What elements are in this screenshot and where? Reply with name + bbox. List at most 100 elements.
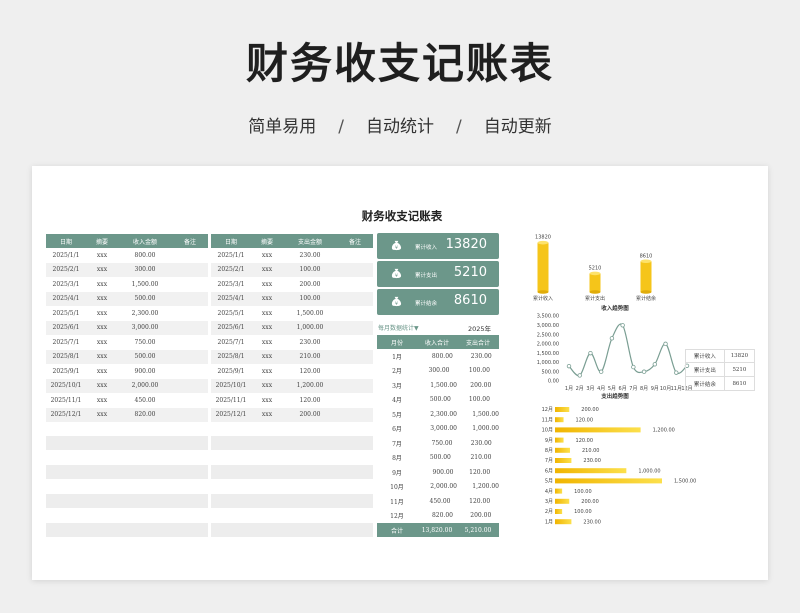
table-cell[interactable]: xxx bbox=[251, 408, 283, 423]
table-cell[interactable]: xxx bbox=[86, 306, 118, 321]
table-cell[interactable]: 2025/6/1 bbox=[211, 321, 251, 336]
table-cell[interactable]: xxx bbox=[86, 350, 118, 365]
table-cell[interactable]: 2025/8/1 bbox=[211, 350, 251, 365]
table-cell[interactable] bbox=[337, 408, 373, 423]
table-cell[interactable]: 2025/10/1 bbox=[211, 379, 251, 394]
table-cell[interactable]: 2025/12/1 bbox=[46, 408, 86, 423]
table-cell[interactable] bbox=[172, 277, 208, 292]
tick-label: 1,000.00 bbox=[537, 360, 559, 366]
table-cell[interactable]: 300.00 bbox=[118, 263, 172, 278]
table-cell[interactable] bbox=[337, 292, 373, 307]
table-cell[interactable] bbox=[172, 263, 208, 278]
monthly-stats-dropdown[interactable]: 每月数据统计▼ bbox=[378, 323, 419, 332]
table-cell[interactable]: 2025/12/1 bbox=[211, 408, 251, 423]
table-cell[interactable]: xxx bbox=[86, 263, 118, 278]
table-cell[interactable] bbox=[337, 393, 373, 408]
table-cell[interactable]: 500.00 bbox=[118, 350, 172, 365]
table-cell[interactable] bbox=[337, 321, 373, 336]
table-cell[interactable]: 450.00 bbox=[118, 393, 172, 408]
table-cell[interactable]: 2025/8/1 bbox=[46, 350, 86, 365]
table-cell[interactable]: 2025/2/1 bbox=[46, 263, 86, 278]
table-cell[interactable]: 230.00 bbox=[283, 335, 337, 350]
table-cell[interactable]: xxx bbox=[86, 379, 118, 394]
table-cell[interactable]: 2025/6/1 bbox=[46, 321, 86, 336]
table-cell[interactable]: 2,300.00 bbox=[118, 306, 172, 321]
table-cell[interactable]: 900.00 bbox=[118, 364, 172, 379]
table-cell[interactable] bbox=[337, 379, 373, 394]
table-cell[interactable]: xxx bbox=[251, 350, 283, 365]
table-cell[interactable] bbox=[337, 277, 373, 292]
table-cell[interactable]: xxx bbox=[86, 292, 118, 307]
table-cell[interactable]: 120.00 bbox=[283, 364, 337, 379]
table-cell[interactable]: 200.00 bbox=[283, 277, 337, 292]
table-cell[interactable]: 500.00 bbox=[118, 292, 172, 307]
table-cell[interactable]: xxx bbox=[86, 277, 118, 292]
table-cell[interactable]: xxx bbox=[251, 321, 283, 336]
table-cell[interactable]: 2025/11/1 bbox=[211, 393, 251, 408]
table-cell[interactable] bbox=[337, 335, 373, 350]
table-cell[interactable]: xxx bbox=[251, 263, 283, 278]
table-cell[interactable]: 2025/10/1 bbox=[46, 379, 86, 394]
table-cell[interactable]: 1,500.00 bbox=[283, 306, 337, 321]
table-cell[interactable]: 2025/2/1 bbox=[211, 263, 251, 278]
table-cell[interactable] bbox=[337, 248, 373, 263]
table-cell[interactable]: 2025/7/1 bbox=[46, 335, 86, 350]
table-cell[interactable] bbox=[337, 263, 373, 278]
table-cell[interactable]: 2025/9/1 bbox=[211, 364, 251, 379]
table-cell[interactable]: xxx bbox=[251, 364, 283, 379]
chart-title: 支出趋势图 bbox=[600, 392, 629, 400]
table-cell[interactable]: 2025/3/1 bbox=[46, 277, 86, 292]
table-cell[interactable]: xxx bbox=[251, 306, 283, 321]
table-cell[interactable]: 2025/1/1 bbox=[46, 248, 86, 263]
table-cell[interactable] bbox=[172, 292, 208, 307]
table-cell[interactable]: 2025/5/1 bbox=[211, 306, 251, 321]
table-cell[interactable]: xxx bbox=[86, 248, 118, 263]
table-cell[interactable]: xxx bbox=[251, 248, 283, 263]
tick-label: 0.00 bbox=[548, 379, 559, 385]
table-cell[interactable]: 2025/7/1 bbox=[211, 335, 251, 350]
table-cell[interactable] bbox=[172, 321, 208, 336]
table-cell[interactable] bbox=[172, 393, 208, 408]
table-cell[interactable]: 2025/3/1 bbox=[211, 277, 251, 292]
table-cell[interactable]: xxx bbox=[251, 277, 283, 292]
table-cell[interactable]: 1,500.00 bbox=[118, 277, 172, 292]
table-cell[interactable]: xxx bbox=[86, 364, 118, 379]
table-cell[interactable]: 2,000.00 bbox=[118, 379, 172, 394]
table-cell[interactable] bbox=[172, 306, 208, 321]
table-cell[interactable]: xxx bbox=[86, 393, 118, 408]
table-cell[interactable]: 2025/4/1 bbox=[46, 292, 86, 307]
table-cell[interactable]: 3,000.00 bbox=[118, 321, 172, 336]
table-cell[interactable]: xxx bbox=[86, 321, 118, 336]
table-cell[interactable]: 2025/4/1 bbox=[211, 292, 251, 307]
table-cell[interactable] bbox=[172, 379, 208, 394]
table-cell[interactable]: xxx bbox=[86, 335, 118, 350]
table-cell[interactable]: xxx bbox=[251, 379, 283, 394]
table-cell[interactable] bbox=[172, 335, 208, 350]
table-cell[interactable]: 800.00 bbox=[118, 248, 172, 263]
table-cell[interactable]: 100.00 bbox=[283, 263, 337, 278]
table-cell[interactable]: 210.00 bbox=[283, 350, 337, 365]
table-cell[interactable]: xxx bbox=[86, 408, 118, 423]
table-cell[interactable]: 2025/5/1 bbox=[46, 306, 86, 321]
table-cell[interactable]: 200.00 bbox=[283, 408, 337, 423]
table-cell[interactable]: 750.00 bbox=[118, 335, 172, 350]
table-cell[interactable] bbox=[172, 350, 208, 365]
table-cell[interactable]: 2025/9/1 bbox=[46, 364, 86, 379]
table-cell[interactable]: 1,000.00 bbox=[283, 321, 337, 336]
table-cell[interactable] bbox=[172, 248, 208, 263]
table-cell[interactable] bbox=[337, 364, 373, 379]
table-cell[interactable]: 1,200.00 bbox=[283, 379, 337, 394]
table-cell[interactable]: xxx bbox=[251, 393, 283, 408]
table-cell[interactable]: xxx bbox=[251, 335, 283, 350]
table-cell[interactable] bbox=[337, 350, 373, 365]
table-cell[interactable]: 100.00 bbox=[283, 292, 337, 307]
table-cell[interactable] bbox=[172, 408, 208, 423]
table-cell[interactable]: 230.00 bbox=[283, 248, 337, 263]
table-cell[interactable]: 120.00 bbox=[283, 393, 337, 408]
table-cell[interactable] bbox=[337, 306, 373, 321]
table-cell[interactable]: xxx bbox=[251, 292, 283, 307]
table-cell[interactable]: 820.00 bbox=[118, 408, 172, 423]
table-cell[interactable] bbox=[172, 364, 208, 379]
table-cell[interactable]: 2025/11/1 bbox=[46, 393, 86, 408]
table-cell[interactable]: 2025/1/1 bbox=[211, 248, 251, 263]
